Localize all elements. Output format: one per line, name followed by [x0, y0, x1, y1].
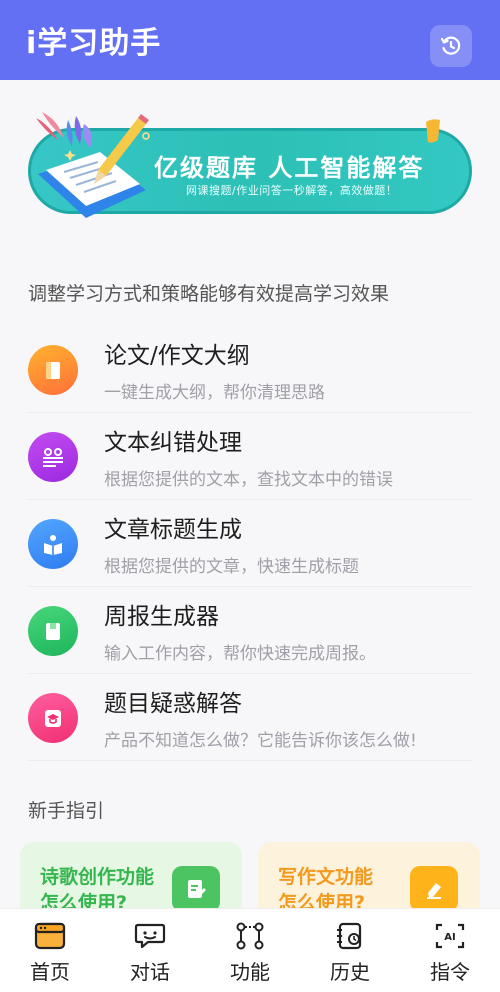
- app-root: i学习助手 亿级题库 人工智能解答 网课搜题/作业问答一秒解答，高效做题！ 调整…: [0, 0, 500, 992]
- feature-name: 论文/作文大纲: [104, 343, 250, 369]
- eraser-icon: [410, 866, 458, 912]
- tab-home[interactable]: 首页: [0, 909, 100, 992]
- feature-item-question-answer[interactable]: 题目疑惑解答 产品不知道怎么做？它能告诉你该怎么做!: [0, 674, 500, 761]
- svg-text:AI: AI: [444, 932, 455, 943]
- tab-label: 指令: [430, 960, 470, 984]
- promo-banner[interactable]: 亿级题库 人工智能解答 网课搜题/作业问答一秒解答，高效做题！: [28, 110, 472, 218]
- tab-label: 首页: [30, 960, 70, 984]
- feature-name: 文章标题生成: [104, 517, 242, 543]
- tab-chat[interactable]: 对话: [100, 909, 200, 992]
- feature-item-title-generator[interactable]: 文章标题生成 根据您提供的文章，快速生成标题: [0, 500, 500, 587]
- tab-label: 功能: [230, 960, 270, 984]
- banner-headline: 亿级题库 人工智能解答: [154, 154, 425, 182]
- bottom-tab-bar: 首页 对话 功能 历史 AI 指令: [0, 908, 500, 992]
- feature-desc: 输入工作内容，帮你快速完成周报。: [104, 644, 376, 664]
- graduation-cap-icon: [28, 692, 78, 743]
- app-title: i学习助手: [26, 26, 162, 61]
- feature-desc: 根据您提供的文本，查找文本中的错误: [104, 470, 393, 490]
- history-clock-icon: [440, 36, 461, 55]
- nodes-icon: [236, 922, 264, 950]
- feature-desc: 根据您提供的文章，快速生成标题: [104, 557, 359, 577]
- tab-history[interactable]: 历史: [300, 909, 400, 992]
- banner-subtitle: 网课搜题/作业问答一秒解答，高效做题！: [186, 184, 398, 197]
- report-icon: [28, 605, 78, 656]
- feature-item-text-correction[interactable]: 文本纠错处理 根据您提供的文本，查找文本中的错误: [0, 413, 500, 500]
- feature-item-weekly-report[interactable]: 周报生成器 输入工作内容，帮你快速完成周报。: [0, 587, 500, 674]
- section-tip: 调整学习方式和策略能够有效提高学习效果: [28, 283, 390, 305]
- feature-name: 周报生成器: [104, 604, 219, 630]
- notebook-pencil-illustration: [36, 112, 150, 218]
- feature-desc: 产品不知道怎么做？它能告诉你该怎么做!: [104, 731, 417, 751]
- tab-label: 历史: [330, 960, 370, 984]
- text-check-icon: [28, 431, 78, 482]
- top-header: i学习助手: [0, 0, 500, 80]
- book-icon: [28, 344, 78, 395]
- history-button[interactable]: [430, 25, 472, 67]
- reader-icon: [28, 518, 78, 569]
- tab-commands[interactable]: AI 指令: [400, 909, 500, 992]
- guide-title: 新手指引: [28, 800, 105, 822]
- feature-item-outline[interactable]: 论文/作文大纲 一键生成大纲，帮你清理思路: [0, 326, 500, 413]
- home-browser-icon: [34, 922, 66, 950]
- bookmark-decoration-icon: [426, 119, 440, 143]
- edit-note-icon: [172, 866, 220, 912]
- guide-card-line1: 写作文功能: [278, 866, 374, 888]
- feature-desc: 一键生成大纲，帮你清理思路: [104, 383, 325, 403]
- history-notebook-icon: [337, 922, 362, 950]
- chat-bubble-icon: [134, 923, 166, 949]
- guide-card-line1: 诗歌创作功能: [40, 866, 155, 888]
- feature-name: 题目疑惑解答: [104, 691, 242, 717]
- tab-functions[interactable]: 功能: [200, 909, 300, 992]
- feature-name: 文本纠错处理: [104, 430, 242, 456]
- tab-label: 对话: [130, 960, 170, 984]
- ai-scan-icon: AI: [435, 923, 465, 949]
- feature-list: 论文/作文大纲 一键生成大纲，帮你清理思路 文本纠错处理 根据您提供的文本，查找…: [0, 326, 500, 761]
